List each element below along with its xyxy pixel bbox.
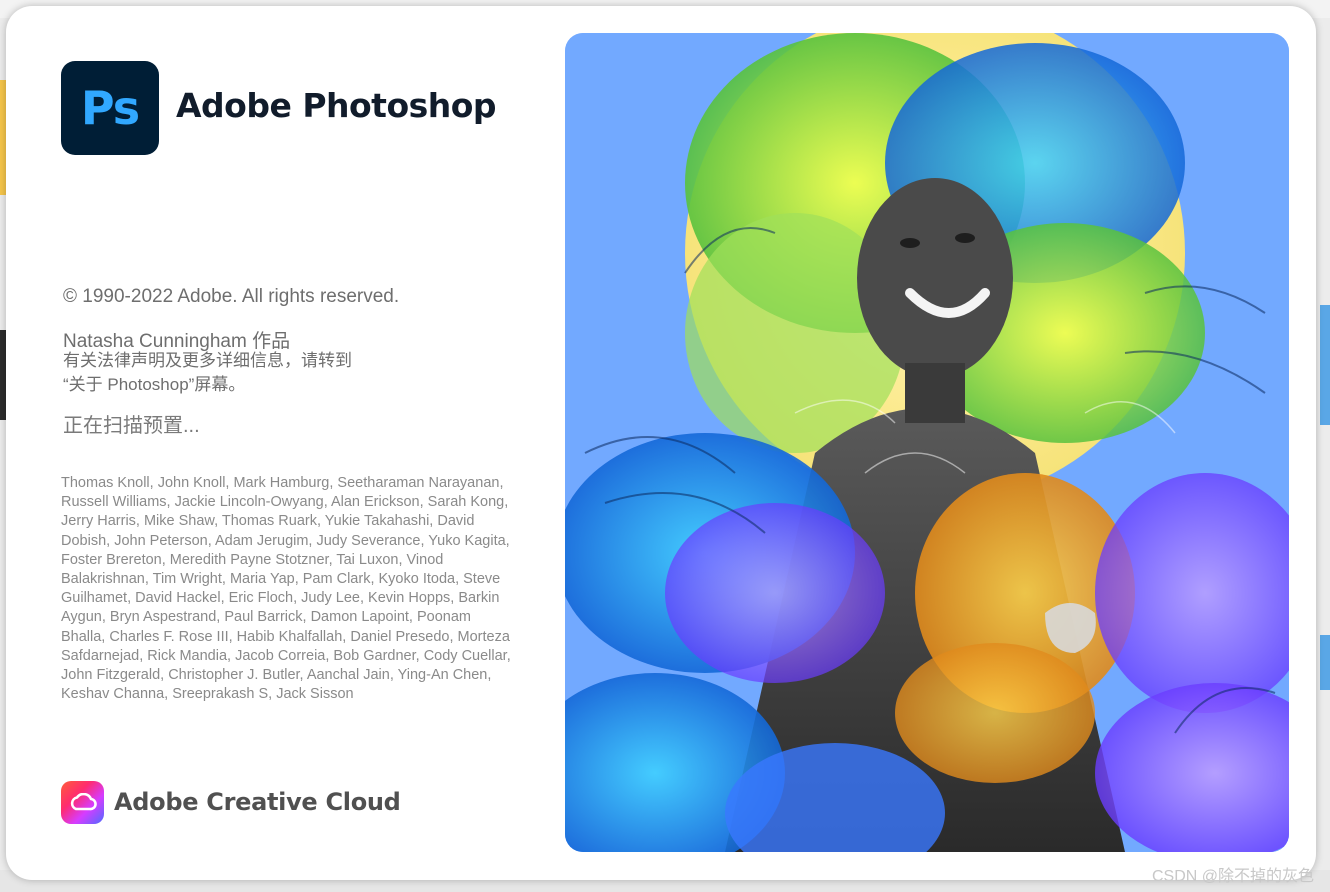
splash-artwork-image [565,33,1289,852]
photoshop-logo-icon: Ps [61,61,159,155]
creative-cloud-brand: Adobe Creative Cloud [114,788,401,816]
creative-cloud-icon [61,781,104,824]
copyright-text: © 1990-2022 Adobe. All rights reserved. [63,286,400,307]
legal-notice: 有关法律声明及更多详细信息，请转到 “关于 Photoshop”屏幕。 [63,349,443,397]
background-window-edge [1320,635,1330,690]
loading-status: 正在扫描预置... [63,415,200,437]
legal-notice-line: “关于 Photoshop”屏幕。 [63,375,246,394]
app-title: Adobe Photoshop [176,86,497,125]
credits-list: Thomas Knoll, John Knoll, Mark Hamburg, … [61,475,511,703]
photoshop-splash-screen: Ps Adobe Photoshop © 1990-2022 Adobe. Al… [6,6,1316,880]
watermark-text: CSDN @除不掉的灰色 [1151,868,1314,885]
photoshop-logo-text: Ps [80,81,140,135]
background-window-edge [1320,305,1330,425]
legal-notice-line: 有关法律声明及更多详细信息，请转到 [63,351,352,370]
